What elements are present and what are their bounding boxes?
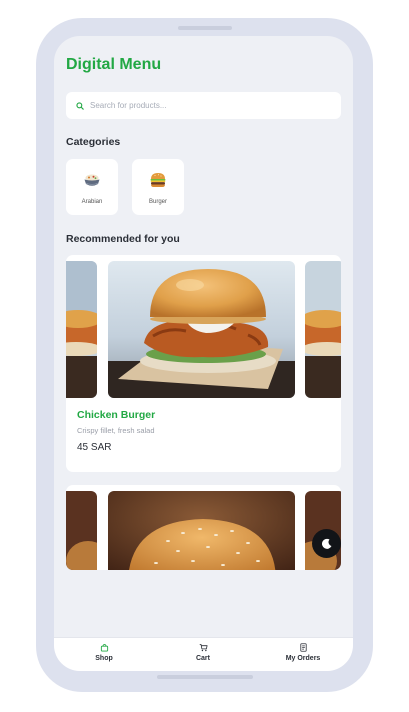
phone-frame: Digital Menu Categories Arabian — [36, 18, 373, 692]
product-description: Crispy fillet, fresh salad — [77, 426, 155, 435]
product-card[interactable]: Chicken Burger Crispy fillet, fresh sala… — [66, 255, 341, 472]
app-screen: Digital Menu Categories Arabian — [54, 36, 353, 671]
product-image-prev — [66, 491, 97, 570]
product-image — [108, 261, 295, 398]
shopping-bag-icon — [100, 644, 108, 652]
category-label: Arabian — [81, 199, 103, 205]
receipt-icon — [299, 643, 307, 652]
search-bar[interactable] — [66, 92, 341, 119]
burger-icon — [150, 173, 166, 187]
search-icon — [76, 101, 84, 110]
product-card-partial[interactable] — [66, 485, 341, 570]
nav-item-shop[interactable]: Shop — [74, 643, 134, 662]
cart-icon — [199, 643, 208, 652]
theme-toggle-button[interactable] — [312, 529, 341, 558]
home-indicator — [157, 675, 253, 679]
nav-label: My Orders — [285, 655, 321, 662]
recommended-heading: Recommended for you — [66, 233, 180, 245]
category-arabian[interactable]: Arabian — [66, 159, 118, 215]
product-image-next — [305, 261, 341, 398]
product-image — [108, 491, 295, 570]
category-label: Burger — [148, 199, 167, 205]
product-name: Chicken Burger — [77, 409, 156, 421]
category-burger[interactable]: Burger — [132, 159, 184, 215]
moon-icon — [321, 538, 331, 549]
product-image-prev — [66, 261, 97, 398]
product-price: 45 SAR — [77, 442, 112, 453]
bottom-nav: Shop Cart My Orders — [54, 637, 353, 671]
page-title: Digital Menu — [66, 56, 162, 73]
rice-bowl-icon — [84, 174, 100, 186]
nav-label: Cart — [195, 655, 210, 662]
nav-item-my-orders[interactable]: My Orders — [273, 643, 333, 662]
phone-speaker — [178, 26, 232, 30]
categories-heading: Categories — [66, 136, 121, 148]
nav-label: Shop — [95, 655, 113, 662]
nav-item-cart[interactable]: Cart — [173, 643, 233, 662]
search-input[interactable] — [90, 101, 330, 110]
